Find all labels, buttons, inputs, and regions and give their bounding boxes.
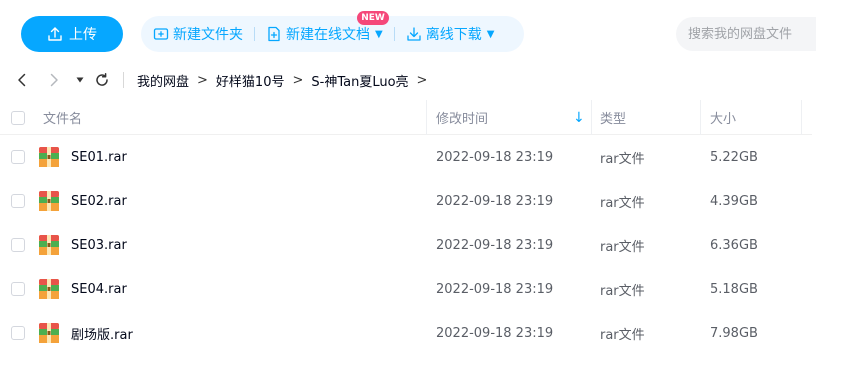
breadcrumb-separator-icon: > <box>197 73 208 88</box>
upload-icon <box>47 26 63 42</box>
rar-archive-icon <box>38 135 60 179</box>
table-row[interactable]: SE03.rar 2022-09-18 23:19 rar文件 6.36GB <box>0 223 812 267</box>
caret-down-icon: ▼ <box>486 28 495 40</box>
rar-archive-icon <box>38 223 60 267</box>
table-row[interactable]: 剧场版.rar 2022-09-18 23:19 rar文件 7.98GB <box>0 311 812 355</box>
rar-archive-icon <box>38 267 60 311</box>
file-name[interactable]: 剧场版.rar <box>71 311 133 355</box>
column-divider <box>700 100 701 135</box>
row-checkbox[interactable] <box>11 311 25 355</box>
file-name[interactable]: SE02.rar <box>71 179 127 223</box>
file-type: rar文件 <box>600 327 645 343</box>
table-row[interactable]: SE02.rar 2022-09-18 23:19 rar文件 4.39GB <box>0 179 812 223</box>
table-body: SE01.rar 2022-09-18 23:19 rar文件 5.22GB SE02.… <box>0 135 812 355</box>
file-type: rar文件 <box>600 283 645 299</box>
breadcrumb: 我的网盘 > 好样猫10号 > S-神Tan夏Luo亮 > <box>137 71 427 90</box>
download-icon <box>406 26 422 42</box>
file-mtime: 2022-09-18 23:19 <box>436 281 554 297</box>
file-name[interactable]: SE01.rar <box>71 135 127 179</box>
file-type: rar文件 <box>600 239 645 255</box>
offline-download-button[interactable]: 离线下载 ▼ <box>406 16 495 52</box>
file-mtime: 2022-09-18 23:19 <box>436 325 554 341</box>
rar-archive-icon <box>38 311 60 355</box>
history-dropdown-icon[interactable] <box>72 72 88 88</box>
table-row[interactable]: SE04.rar 2022-09-18 23:19 rar文件 5.18GB <box>0 267 812 311</box>
new-doc-icon <box>266 26 282 42</box>
file-name[interactable]: SE03.rar <box>71 223 127 267</box>
column-divider <box>591 100 592 135</box>
breadcrumb-item-current[interactable]: S-神Tan夏Luo亮 <box>311 71 408 90</box>
file-type: rar文件 <box>600 195 645 211</box>
caret-down-icon: ▼ <box>375 28 383 40</box>
column-header-type[interactable]: 类型 <box>600 100 626 135</box>
file-size: 5.22GB <box>710 149 758 165</box>
breadcrumb-item-root[interactable]: 我的网盘 <box>137 71 189 90</box>
file-size: 7.98GB <box>710 325 758 341</box>
rar-archive-icon <box>38 179 60 223</box>
new-folder-icon <box>153 26 169 42</box>
file-size: 6.36GB <box>710 237 758 253</box>
table-header: 文件名 修改时间 ↓ 类型 大小 <box>0 100 812 135</box>
offline-download-label: 离线下载 <box>425 27 482 43</box>
table-row[interactable]: SE01.rar 2022-09-18 23:19 rar文件 5.22GB <box>0 135 812 179</box>
upload-button[interactable]: 上传 <box>21 16 123 52</box>
new-folder-label: 新建文件夹 <box>173 27 243 43</box>
breadcrumb-separator-icon: > <box>416 73 428 88</box>
column-header-size[interactable]: 大小 <box>710 100 736 135</box>
row-checkbox[interactable] <box>11 223 25 267</box>
file-mtime: 2022-09-18 23:19 <box>436 149 554 165</box>
column-divider <box>801 100 802 135</box>
new-folder-button[interactable]: 新建文件夹 <box>153 16 243 52</box>
new-online-doc-label: 新建在线文档 <box>286 27 370 43</box>
file-name[interactable]: SE04.rar <box>71 267 127 311</box>
forward-arrow-icon[interactable] <box>46 72 62 88</box>
refresh-icon[interactable] <box>94 72 110 88</box>
action-divider <box>393 27 395 41</box>
breadcrumb-separator-icon: > <box>292 73 304 88</box>
file-size: 4.39GB <box>710 193 758 209</box>
file-table: 文件名 修改时间 ↓ 类型 大小 SE01.rar 2022-09-18 23:1… <box>0 100 812 355</box>
action-group: 新建文件夹 新建在线文档 ▼ 离线下载 ▼ <box>141 16 524 52</box>
column-divider <box>426 100 427 135</box>
search-input[interactable] <box>676 17 816 51</box>
file-mtime: 2022-09-18 23:19 <box>436 237 554 253</box>
toolbar: 上传 新建文件夹 新建在线文档 ▼ 离线下载 ▼ NEW <box>0 0 848 64</box>
row-checkbox[interactable] <box>11 135 25 179</box>
column-header-name[interactable]: 文件名 <box>43 100 82 135</box>
row-checkbox[interactable] <box>11 267 25 311</box>
file-mtime: 2022-09-18 23:19 <box>436 193 554 209</box>
breadcrumb-item-folder[interactable]: 好样猫10号 <box>216 71 285 90</box>
row-checkbox[interactable] <box>11 179 25 223</box>
navigation-bar: 我的网盘 > 好样猫10号 > S-神Tan夏Luo亮 > <box>0 64 848 96</box>
file-size: 5.18GB <box>710 281 758 297</box>
upload-label: 上传 <box>69 27 97 43</box>
new-badge: NEW <box>357 11 389 25</box>
select-all-checkbox[interactable] <box>11 100 25 135</box>
file-type: rar文件 <box>600 151 645 167</box>
nav-divider <box>123 72 124 88</box>
action-divider <box>254 27 255 41</box>
back-arrow-icon[interactable] <box>14 72 30 88</box>
sort-descending-icon[interactable]: ↓ <box>573 110 585 126</box>
column-header-mtime[interactable]: 修改时间 <box>436 100 488 135</box>
